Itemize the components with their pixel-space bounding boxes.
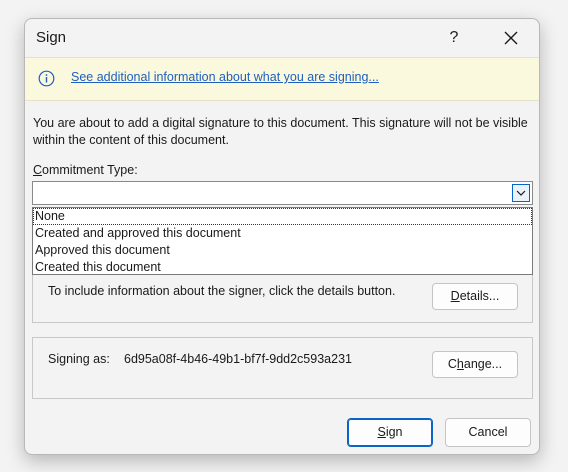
commitment-option-none[interactable]: None (33, 208, 532, 225)
commitment-option-created-and-approved[interactable]: Created and approved this document (33, 225, 532, 242)
details-button[interactable]: Details... (432, 283, 518, 310)
close-button[interactable] (493, 23, 529, 53)
signature-description: You are about to add a digital signature… (33, 116, 528, 147)
sign-button[interactable]: Sign (347, 418, 433, 447)
commitment-option-created[interactable]: Created this document (33, 259, 532, 276)
info-bar: See additional information about what yo… (25, 57, 539, 101)
info-icon (38, 70, 55, 87)
title-bar: Sign ? (25, 19, 539, 57)
commitment-type-label: Commitment Type: (33, 163, 138, 177)
combobox-dropdown-button[interactable] (512, 184, 530, 202)
cancel-button[interactable]: Cancel (445, 418, 531, 447)
signing-as-label: Signing as: (48, 352, 110, 366)
additional-info-link[interactable]: See additional information about what yo… (71, 70, 379, 84)
close-icon (504, 31, 518, 45)
change-button[interactable]: Change... (432, 351, 518, 378)
signing-as-group: Signing as: 6d95a08f-4b46-49b1-bf7f-9dd2… (32, 337, 533, 399)
commitment-type-dropdown-list: None Created and approved this document … (32, 207, 533, 275)
commitment-type-combobox[interactable] (32, 181, 533, 205)
chevron-down-icon (516, 190, 526, 196)
help-button[interactable]: ? (437, 23, 471, 53)
signer-details-text: To include information about the signer,… (48, 284, 396, 298)
commitment-option-approved[interactable]: Approved this document (33, 242, 532, 259)
signing-as-value: 6d95a08f-4b46-49b1-bf7f-9dd2c593a231 (124, 352, 352, 366)
sign-dialog: Sign ? See additional information about … (24, 18, 540, 455)
dialog-title: Sign (36, 29, 67, 46)
